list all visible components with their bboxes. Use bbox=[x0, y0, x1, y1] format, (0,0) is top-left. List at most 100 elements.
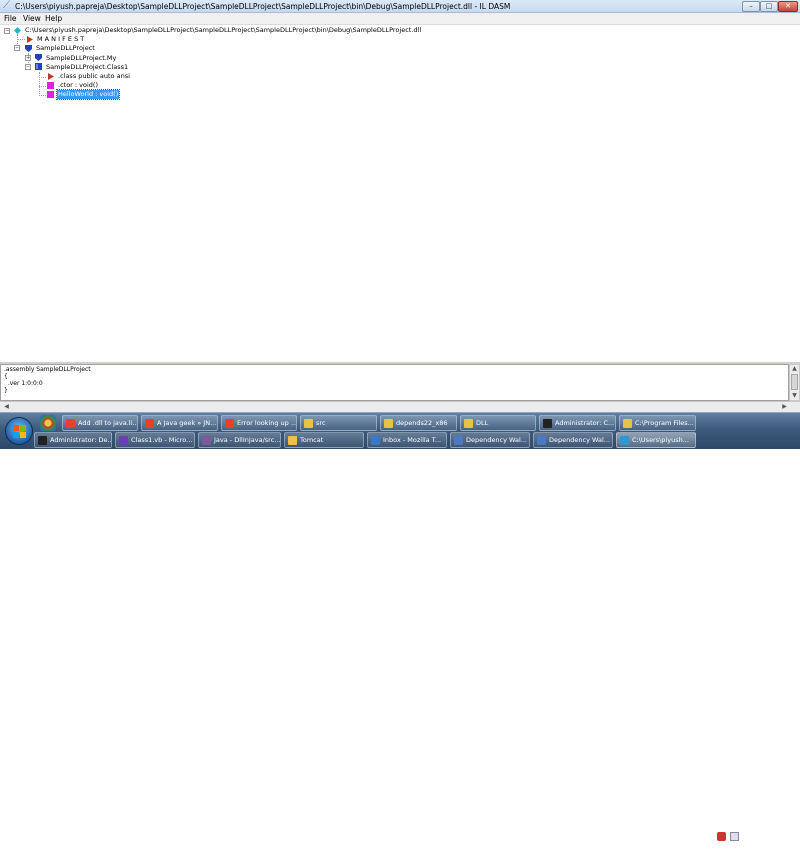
info-line: } bbox=[4, 387, 8, 394]
clock-day[interactable]: Tuesday bbox=[746, 840, 798, 848]
menu-help[interactable]: Help bbox=[45, 14, 62, 24]
taskbar-button[interactable]: Dependency Wal... bbox=[450, 432, 530, 448]
clock-time[interactable]: 4:57 PM bbox=[746, 828, 798, 836]
collapse-toggle[interactable]: − bbox=[4, 28, 10, 34]
volume-icon[interactable]: ◀) bbox=[717, 847, 726, 856]
taskbar-app-icon bbox=[225, 419, 234, 428]
taskbar-button-label: Administrator: De... bbox=[50, 436, 112, 444]
scroll-right-arrow-icon[interactable]: ▶ bbox=[780, 402, 789, 412]
taskbar-button[interactable]: Administrator: C... bbox=[539, 415, 616, 431]
taskbar-button[interactable]: Inbox - Mozilla T... bbox=[367, 432, 447, 448]
taskbar-button[interactable]: depends22_x86 bbox=[380, 415, 457, 431]
taskbar-app-icon bbox=[620, 436, 629, 445]
windows-logo-icon bbox=[13, 425, 26, 438]
taskbar-app-icon bbox=[38, 436, 47, 445]
taskbar-button-label: Inbox - Mozilla T... bbox=[383, 436, 442, 444]
ildasm-app-icon: ⟋ bbox=[3, 0, 10, 11]
info-line: .assembly SampleDLLProject bbox=[4, 366, 91, 373]
menu-file[interactable]: File bbox=[4, 14, 17, 24]
taskbar-app-icon bbox=[371, 436, 380, 445]
minimize-button[interactable]: – bbox=[742, 1, 760, 12]
assembly-diamond-icon bbox=[14, 27, 21, 34]
class-info-triangle-icon bbox=[48, 73, 54, 80]
menu-bar: File View Help bbox=[0, 13, 800, 25]
taskbar-button-label: Java - DllInJava/src... bbox=[214, 436, 281, 444]
taskbar-app-icon bbox=[145, 419, 154, 428]
taskbar-button[interactable]: Tomcat bbox=[284, 432, 364, 448]
namespace-shield-icon bbox=[25, 45, 32, 52]
taskbar-app-icon bbox=[384, 419, 393, 428]
taskbar-button-label: Class1.vb - Micro... bbox=[131, 436, 193, 444]
info-vertical-scrollbar[interactable]: ▲ ▼ bbox=[789, 364, 800, 401]
tree-connector bbox=[39, 95, 46, 96]
taskbar-button[interactable]: C:\Program Files... bbox=[619, 415, 696, 431]
taskbar-button[interactable]: DLL bbox=[460, 415, 536, 431]
window-title: C:\Users\piyush.papreja\Desktop\SampleDL… bbox=[15, 2, 511, 11]
taskbar-app-icon bbox=[304, 419, 313, 428]
taskbar-app-icon bbox=[288, 436, 297, 445]
taskbar-app-icon bbox=[202, 436, 211, 445]
taskbar-button[interactable]: Add .dll to java.li... bbox=[62, 415, 138, 431]
ildasm-window: ⟋ C:\Users\piyush.papreja\Desktop\Sample… bbox=[0, 0, 800, 412]
taskbar-button-label: DLL bbox=[476, 419, 489, 427]
info-line: { bbox=[4, 373, 8, 380]
close-button[interactable]: ✕ bbox=[778, 1, 798, 12]
taskbar: ▲ ◀) 4:57 PM Tuesday 6/10/2014 Add .dll … bbox=[0, 412, 800, 859]
collapse-toggle[interactable]: − bbox=[25, 64, 31, 70]
start-button[interactable] bbox=[5, 417, 33, 445]
taskbar-button-label: depends22_x86 bbox=[396, 419, 448, 427]
taskbar-button-label: Dependency Wal... bbox=[549, 436, 610, 444]
action-center-icon[interactable] bbox=[717, 832, 726, 841]
taskbar-button[interactable]: src bbox=[300, 415, 377, 431]
expand-toggle[interactable]: + bbox=[25, 55, 31, 61]
scroll-thumb[interactable] bbox=[791, 374, 798, 390]
taskbar-app-icon bbox=[464, 419, 473, 428]
taskbar-button-label: Add .dll to java.li... bbox=[78, 419, 138, 427]
taskbar-button-label: Dependency Wal... bbox=[466, 436, 527, 444]
network-icon[interactable] bbox=[730, 832, 739, 841]
taskbar-button[interactable]: Class1.vb - Micro... bbox=[115, 432, 195, 448]
taskbar-button-label: A Java geek » JN... bbox=[157, 419, 217, 427]
scroll-down-arrow-icon[interactable]: ▼ bbox=[790, 392, 799, 400]
clock-date[interactable]: 6/10/2014 bbox=[746, 851, 798, 859]
taskbar-button-label: Tomcat bbox=[300, 436, 324, 444]
class-icon bbox=[35, 63, 42, 70]
taskbar-app-icon bbox=[454, 436, 463, 445]
scroll-up-arrow-icon[interactable]: ▲ bbox=[790, 365, 799, 373]
taskbar-app-icon bbox=[66, 419, 75, 428]
maximize-button[interactable]: □ bbox=[760, 1, 778, 12]
taskbar-button[interactable]: Administrator: De... bbox=[34, 432, 112, 448]
taskbar-button[interactable]: A Java geek » JN... bbox=[141, 415, 218, 431]
taskbar-app-icon bbox=[119, 436, 128, 445]
taskbar-button-label: Administrator: C... bbox=[555, 419, 615, 427]
scroll-left-arrow-icon[interactable]: ◀ bbox=[2, 402, 11, 412]
collapse-toggle[interactable]: − bbox=[14, 45, 20, 51]
show-hidden-icons-icon[interactable]: ▲ bbox=[705, 832, 714, 841]
tree-connector bbox=[39, 86, 46, 87]
tree-connector bbox=[17, 39, 25, 40]
chrome-pinned-icon[interactable] bbox=[40, 415, 56, 431]
system-tray: ▲ ◀) 4:57 PM Tuesday 6/10/2014 bbox=[703, 825, 800, 862]
tree-view[interactable]: − C:\Users\piyush.papreja\Desktop\Sample… bbox=[0, 25, 800, 362]
tree-connector bbox=[39, 72, 40, 96]
menu-view[interactable]: View bbox=[23, 14, 41, 24]
manifest-triangle-icon bbox=[27, 36, 33, 43]
taskbar-button[interactable]: C:\Users\piyush... bbox=[616, 432, 696, 448]
taskbar-app-icon bbox=[623, 419, 632, 428]
taskbar-button-label: src bbox=[316, 419, 326, 427]
method-icon bbox=[47, 82, 54, 89]
taskbar-button[interactable]: Java - DllInJava/src... bbox=[198, 432, 281, 448]
taskbar-button-label: C:\Program Files... bbox=[635, 419, 694, 427]
tree-connector bbox=[39, 77, 46, 78]
horizontal-scrollbar[interactable]: ◀ ▶ bbox=[0, 401, 800, 412]
taskbar-button[interactable]: Error looking up ... bbox=[221, 415, 297, 431]
method-icon bbox=[47, 91, 54, 98]
taskbar-button-label: C:\Users\piyush... bbox=[632, 436, 689, 444]
taskbar-button[interactable]: Dependency Wal... bbox=[533, 432, 613, 448]
taskbar-app-icon bbox=[537, 436, 546, 445]
title-bar[interactable]: ⟋ C:\Users\piyush.papreja\Desktop\Sample… bbox=[0, 0, 800, 13]
info-line: .ver 1:0:0:0 bbox=[4, 380, 43, 387]
taskbar-app-icon bbox=[543, 419, 552, 428]
namespace-shield-icon bbox=[35, 54, 42, 61]
info-pane[interactable]: .assembly SampleDLLProject { .ver 1:0:0:… bbox=[0, 364, 789, 401]
